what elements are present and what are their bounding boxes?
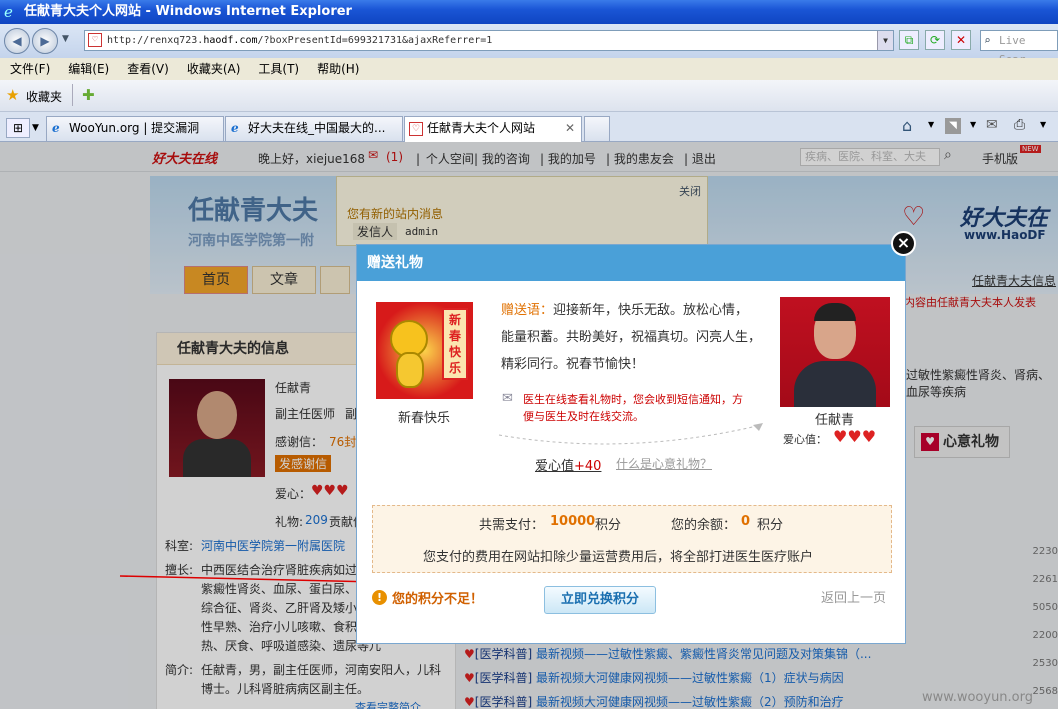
home-dropdown-icon[interactable]: ▼	[928, 120, 934, 129]
window-title-bar: 任献青大夫个人网站 - Windows Internet Explorer	[0, 0, 1058, 24]
stop-icon[interactable]: ✕	[951, 30, 971, 50]
what-is-gift-link[interactable]: 什么是心意礼物？	[616, 455, 712, 472]
exchange-points-button[interactable]: 立即兑换积分	[544, 586, 656, 614]
menu-help[interactable]: 帮助(H)	[317, 62, 359, 76]
tab-bar: ⊞ ▼ e WooYun.org | 提交漏洞 e 好大夫在线_中国最大的... ♡…	[0, 112, 1058, 143]
address-dropdown-icon[interactable]: ▼	[877, 31, 893, 50]
refresh-icon[interactable]: ⟳	[925, 30, 945, 50]
site-favicon-icon: ♡	[409, 122, 423, 136]
dialog-close-button[interactable]: ×	[891, 231, 916, 256]
dialog-doctor-photo	[780, 297, 890, 407]
tab-renxianqing[interactable]: ♡ 任献青大夫个人网站 ✕	[404, 116, 582, 143]
feeds-icon[interactable]: ◥	[945, 118, 961, 134]
gift-image-text: 新春快乐	[442, 308, 468, 380]
watermark: www.wooyun.org	[922, 690, 1034, 705]
favorites-star-icon: ★	[6, 86, 20, 104]
gift-message: 赠送语：迎接新年，快乐无敌。放松心情，能量积蓄。共盼美好，祝福真切。闪亮人生，精…	[501, 297, 761, 393]
menu-favorites[interactable]: 收藏夹(A)	[187, 62, 241, 76]
ie-page-icon: e	[231, 121, 239, 135]
mail-icon[interactable]: ✉	[986, 117, 998, 133]
sms-note: 医生在线查看礼物时，您会收到短信通知，方便与医生及时在线交流。	[523, 393, 743, 423]
print-icon[interactable]: ⎙	[1014, 117, 1025, 133]
balance-unit: 积分	[757, 518, 784, 533]
pay-label: 共需支付：	[479, 518, 545, 533]
gift-image: 新春快乐	[376, 302, 473, 399]
dashed-curve	[498, 423, 763, 445]
home-icon[interactable]: ⌂	[902, 116, 912, 135]
fee-note: 您支付的费用在网站扣除少量运营费用后，将全部打进医生医疗账户	[423, 550, 814, 565]
new-tab-button[interactable]	[584, 116, 610, 141]
payment-box: 共需支付： 10000 积分 您的余额： 0 积分 您支付的费用在网站扣除少量运…	[372, 505, 892, 573]
menu-edit[interactable]: 编辑(E)	[68, 62, 109, 76]
dialog-title: 赠送礼物	[357, 245, 905, 281]
history-dropdown-icon[interactable]: ▼	[62, 34, 69, 44]
insufficient-points-warning: 您的积分不足！	[392, 592, 484, 607]
tab-list-icon[interactable]: ▼	[32, 118, 39, 138]
url-domain: haodf.com	[203, 35, 258, 46]
site-favicon-icon: ♡	[88, 33, 102, 47]
favorites-button[interactable]: 收藏夹	[26, 88, 62, 105]
menu-bar: 文件(F) 编辑(E) 查看(V) 收藏夹(A) 工具(T) 帮助(H)	[0, 58, 1058, 80]
balance-label: 您的余额：	[671, 518, 737, 533]
address-toolbar: ◀ ▶ ▼ ♡ http://renxq723.haodf.com/?boxPr…	[0, 24, 1058, 66]
forward-button[interactable]: ▶	[32, 28, 58, 54]
gift-dialog: 赠送礼物 新春快乐 新春快乐 赠送语：迎接新年，快乐无敌。放松心情，能量积蓄。共…	[356, 244, 906, 644]
dialog-doctor-name: 任献青	[815, 413, 855, 428]
add-favorite-icon[interactable]: ✚	[82, 86, 95, 104]
tab-label: 任献青大夫个人网站	[427, 121, 536, 135]
pay-unit: 积分	[595, 518, 622, 533]
tab-wooyun[interactable]: e WooYun.org | 提交漏洞	[46, 116, 224, 141]
favorites-bar: ★ 收藏夹 ✚	[0, 80, 1058, 112]
warning-icon: !	[372, 590, 387, 605]
balance-value: 0	[741, 514, 751, 529]
print-dropdown-icon[interactable]: ▼	[1040, 120, 1046, 129]
love-value-plus: +40	[574, 459, 602, 474]
divider	[72, 84, 73, 106]
window-title: 任献青大夫个人网站 - Windows Internet Explorer	[24, 4, 352, 19]
gift-name: 新春快乐	[398, 411, 451, 426]
doctor-love-hearts-icon: ♥♥♥	[833, 427, 877, 446]
love-value-label: 爱心值	[535, 459, 575, 474]
ie-logo-icon: e	[4, 3, 13, 21]
back-button[interactable]: ◀	[4, 28, 30, 54]
quick-tabs-icon[interactable]: ⊞	[6, 118, 30, 138]
compatibility-icon[interactable]: ⧉	[899, 30, 919, 50]
tab-close-icon[interactable]: ✕	[565, 117, 575, 140]
search-icon: ⌕	[984, 34, 991, 47]
ie-page-icon: e	[52, 121, 60, 135]
mail-icon: ✉	[502, 391, 513, 406]
pay-value: 10000	[550, 514, 596, 529]
doctor-love-label: 爱心值：	[783, 433, 827, 446]
tab-label: 好大夫在线_中国最大的...	[248, 121, 386, 135]
menu-view[interactable]: 查看(V)	[127, 62, 169, 76]
address-input[interactable]: ♡ http://renxq723.haodf.com/?boxPresentI…	[84, 30, 894, 51]
gift-message-label: 赠送语：	[501, 303, 554, 318]
menu-file[interactable]: 文件(F)	[10, 62, 50, 76]
love-value-link[interactable]: 爱心值+40	[535, 455, 601, 474]
back-link[interactable]: 返回上一页	[821, 587, 886, 606]
url-path: /?boxPresentId=699321731&ajaxReferrer=1	[257, 35, 493, 46]
search-input[interactable]: ⌕Live Sear	[980, 30, 1058, 66]
url-prefix: http://renxq723.	[107, 35, 204, 46]
tab-label: WooYun.org | 提交漏洞	[69, 121, 200, 135]
feeds-dropdown-icon[interactable]: ▼	[970, 120, 976, 129]
tab-haodf[interactable]: e 好大夫在线_中国最大的...	[225, 116, 403, 141]
menu-tools[interactable]: 工具(T)	[258, 62, 299, 76]
